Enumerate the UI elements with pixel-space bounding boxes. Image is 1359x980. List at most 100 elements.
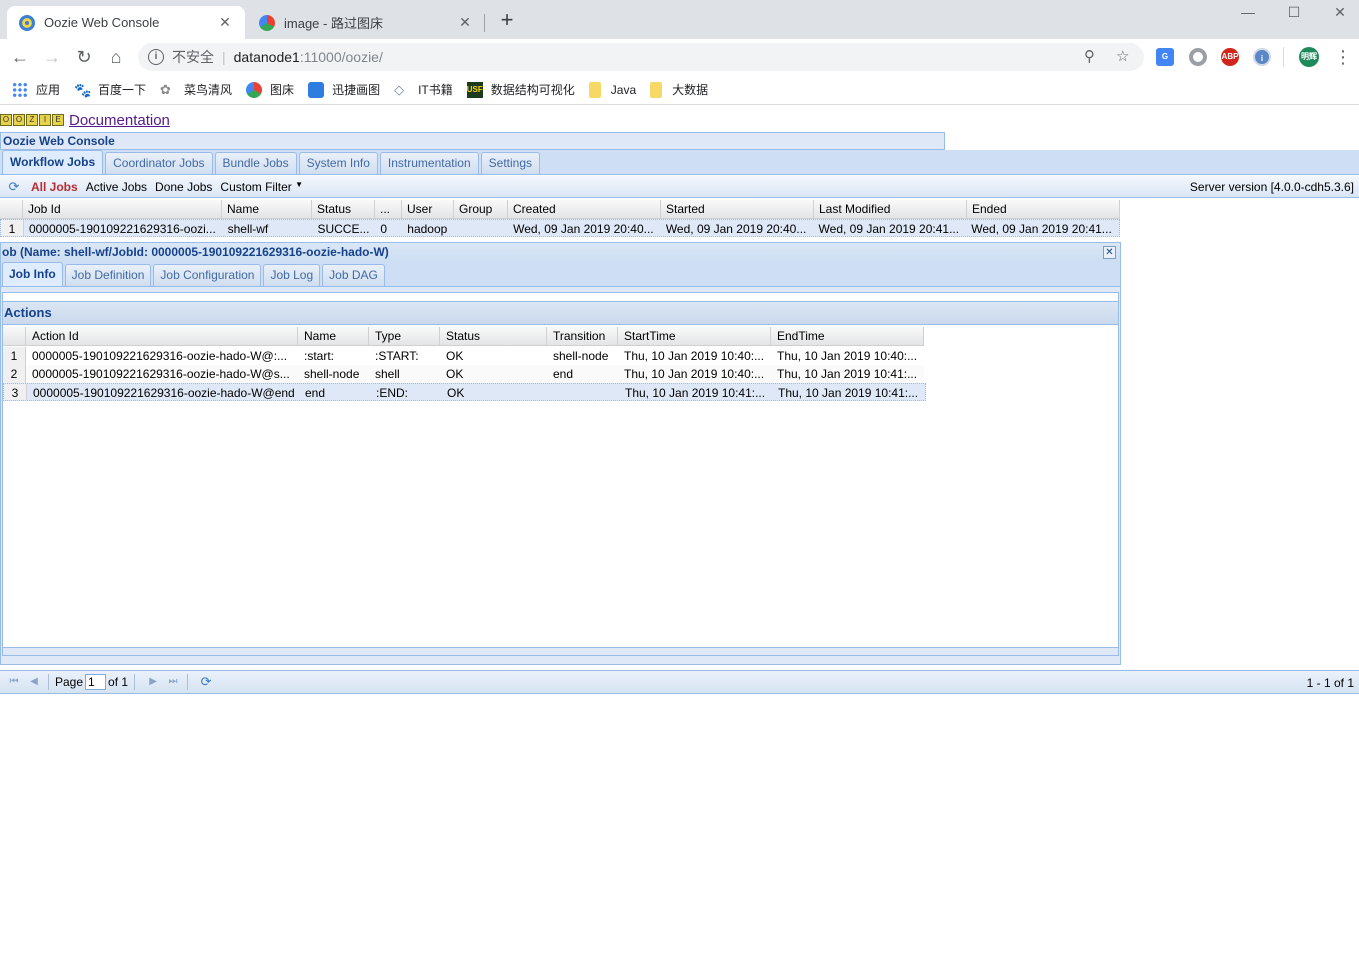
- bookmark-baidu[interactable]: 🐾 百度一下: [74, 81, 146, 98]
- tab-coordinator-jobs[interactable]: Coordinator Jobs: [105, 152, 213, 174]
- bookmark-cainiao[interactable]: ✿ 菜鸟清风: [160, 81, 232, 98]
- action-status-cell: OK: [447, 386, 465, 400]
- column-header[interactable]: Transition: [547, 327, 618, 345]
- menu-kebab-icon[interactable]: ⋮: [1332, 46, 1354, 68]
- back-arrow-icon[interactable]: ←: [9, 46, 31, 68]
- address-bar[interactable]: i 不安全 | datanode1:11000/oozie/: [138, 43, 1144, 71]
- refresh-icon[interactable]: ⟳: [198, 674, 214, 690]
- action-name-cell: shell-node: [304, 367, 360, 381]
- tab-job-configuration[interactable]: Job Configuration: [153, 264, 262, 286]
- action-type-cell: :START:: [375, 349, 419, 363]
- next-page-icon[interactable]: ▶: [145, 674, 161, 690]
- column-header[interactable]: Created: [508, 200, 661, 218]
- column-header[interactable]: StartTime: [618, 327, 771, 345]
- circle-extension-icon[interactable]: [1189, 48, 1207, 66]
- tab-system-info[interactable]: System Info: [298, 152, 378, 174]
- close-window-icon[interactable]: ✕: [1103, 246, 1116, 259]
- bookmark-bigdata[interactable]: 大数据: [650, 81, 708, 98]
- console-title: Oozie Web Console: [0, 132, 945, 150]
- oozie-page: O O Z I E Documentation Oozie Web Consol…: [0, 106, 1359, 980]
- tab-job-definition[interactable]: Job Definition: [64, 264, 152, 286]
- minimize-icon[interactable]: —: [1225, 2, 1271, 24]
- bookmark-label: Java: [610, 82, 637, 97]
- column-header[interactable]: Status: [440, 327, 547, 345]
- home-icon[interactable]: ⌂: [105, 46, 127, 68]
- bookmark-itbooks[interactable]: ◇ IT书籍: [394, 81, 453, 98]
- close-tab-icon[interactable]: ✕: [217, 14, 233, 31]
- documentation-link[interactable]: Documentation: [69, 112, 170, 129]
- browser-tab-image[interactable]: image - 路过图床 ✕: [247, 6, 485, 39]
- done-jobs-button[interactable]: Done Jobs: [155, 180, 212, 194]
- action-end-cell: Thu, 10 Jan 2019 10:40:...: [777, 349, 918, 363]
- column-header[interactable]: EndTime: [771, 327, 924, 345]
- table-row[interactable]: 1 0000005-190109221629316-oozie-hado-W@:…: [3, 347, 924, 365]
- tab-bundle-jobs[interactable]: Bundle Jobs: [214, 152, 297, 174]
- profile-avatar[interactable]: 明辉: [1299, 47, 1319, 67]
- apps-grid-icon: [12, 81, 28, 98]
- job-run-cell: 0: [380, 222, 388, 236]
- column-header[interactable]: Group: [454, 200, 508, 218]
- forward-arrow-icon[interactable]: →: [41, 46, 63, 68]
- bookmark-apps[interactable]: 应用: [12, 81, 60, 98]
- zoom-icon[interactable]: ⚲: [1084, 47, 1095, 65]
- oozie-logo-icon: O O Z I E: [0, 114, 65, 126]
- close-window-icon[interactable]: ✕: [1317, 2, 1359, 24]
- row-number: 1: [3, 347, 26, 365]
- tab-job-info[interactable]: Job Info: [2, 262, 63, 286]
- custom-filter-button[interactable]: Custom Filter ▼: [220, 180, 303, 194]
- refresh-icon[interactable]: ⟳: [6, 179, 22, 195]
- reload-icon[interactable]: ↻: [73, 46, 95, 68]
- new-tab-icon[interactable]: +: [496, 9, 518, 33]
- column-header[interactable]: Ended: [967, 200, 1120, 218]
- maximize-icon[interactable]: ☐: [1271, 2, 1317, 24]
- info-extension-icon[interactable]: i: [1253, 48, 1271, 66]
- action-type-cell: :END:: [376, 386, 409, 400]
- browser-tab-oozie[interactable]: Oozie Web Console ✕: [7, 6, 245, 39]
- table-row[interactable]: 2 0000005-190109221629316-oozie-hado-W@s…: [3, 365, 924, 383]
- browser-tab-title: image - 路过图床: [284, 16, 383, 31]
- logo-letter: O: [13, 114, 25, 126]
- close-tab-icon[interactable]: ✕: [457, 14, 473, 31]
- column-header[interactable]: Started: [661, 200, 814, 218]
- logo-letter: O: [0, 114, 12, 126]
- table-row[interactable]: 1 0000005-190109221629316-oozi... shell-…: [0, 219, 1120, 237]
- action-type-cell: shell: [375, 367, 400, 381]
- translate-extension-icon[interactable]: G: [1156, 48, 1174, 66]
- tab-settings[interactable]: Settings: [480, 152, 540, 174]
- tab-job-dag[interactable]: Job DAG: [322, 264, 385, 286]
- last-page-icon[interactable]: ⏭: [165, 674, 181, 690]
- prev-page-icon[interactable]: ◀: [26, 674, 42, 690]
- column-header[interactable]: Action Id: [26, 327, 298, 345]
- column-header[interactable]: Name: [222, 200, 312, 218]
- column-header[interactable]: Type: [369, 327, 440, 345]
- column-header[interactable]: User: [402, 200, 454, 218]
- active-jobs-button[interactable]: Active Jobs: [86, 180, 147, 194]
- bookmark-tuchuang[interactable]: 图床: [246, 81, 294, 98]
- horizontal-scrollbar[interactable]: [3, 647, 1118, 655]
- column-header[interactable]: Name: [298, 327, 369, 345]
- page-number-input[interactable]: 1: [85, 674, 107, 690]
- pager-separator: [134, 674, 136, 690]
- bookmark-label: 菜鸟清风: [184, 83, 233, 97]
- info-icon[interactable]: i: [148, 49, 164, 65]
- table-row[interactable]: 3 0000005-190109221629316-oozie-hado-W@e…: [3, 383, 926, 401]
- usf-icon: USF: [466, 81, 483, 98]
- tab-workflow-jobs[interactable]: Workflow Jobs: [2, 150, 104, 174]
- action-name-cell: :start:: [304, 349, 335, 363]
- column-header[interactable]: Job Id: [23, 200, 222, 218]
- oozie-favicon-icon: [19, 14, 35, 31]
- column-header[interactable]: Last Modified: [814, 200, 967, 218]
- action-start-cell: Thu, 10 Jan 2019 10:40:...: [624, 367, 765, 381]
- action-status-cell: OK: [446, 349, 464, 363]
- column-header[interactable]: Status: [312, 200, 375, 218]
- bookmark-xunjie[interactable]: 迅捷画图: [308, 81, 380, 98]
- bookmark-java[interactable]: Java: [588, 81, 637, 98]
- bookmark-star-icon[interactable]: ☆: [1116, 47, 1129, 65]
- bookmark-usf[interactable]: USF 数据结构可视化: [466, 81, 575, 98]
- adblock-extension-icon[interactable]: ABP: [1221, 48, 1239, 66]
- first-page-icon[interactable]: ⏮: [6, 674, 22, 690]
- all-jobs-button[interactable]: All Jobs: [31, 180, 78, 194]
- tab-job-log[interactable]: Job Log: [263, 264, 321, 286]
- tab-instrumentation[interactable]: Instrumentation: [379, 152, 479, 174]
- column-header[interactable]: ...: [375, 200, 402, 218]
